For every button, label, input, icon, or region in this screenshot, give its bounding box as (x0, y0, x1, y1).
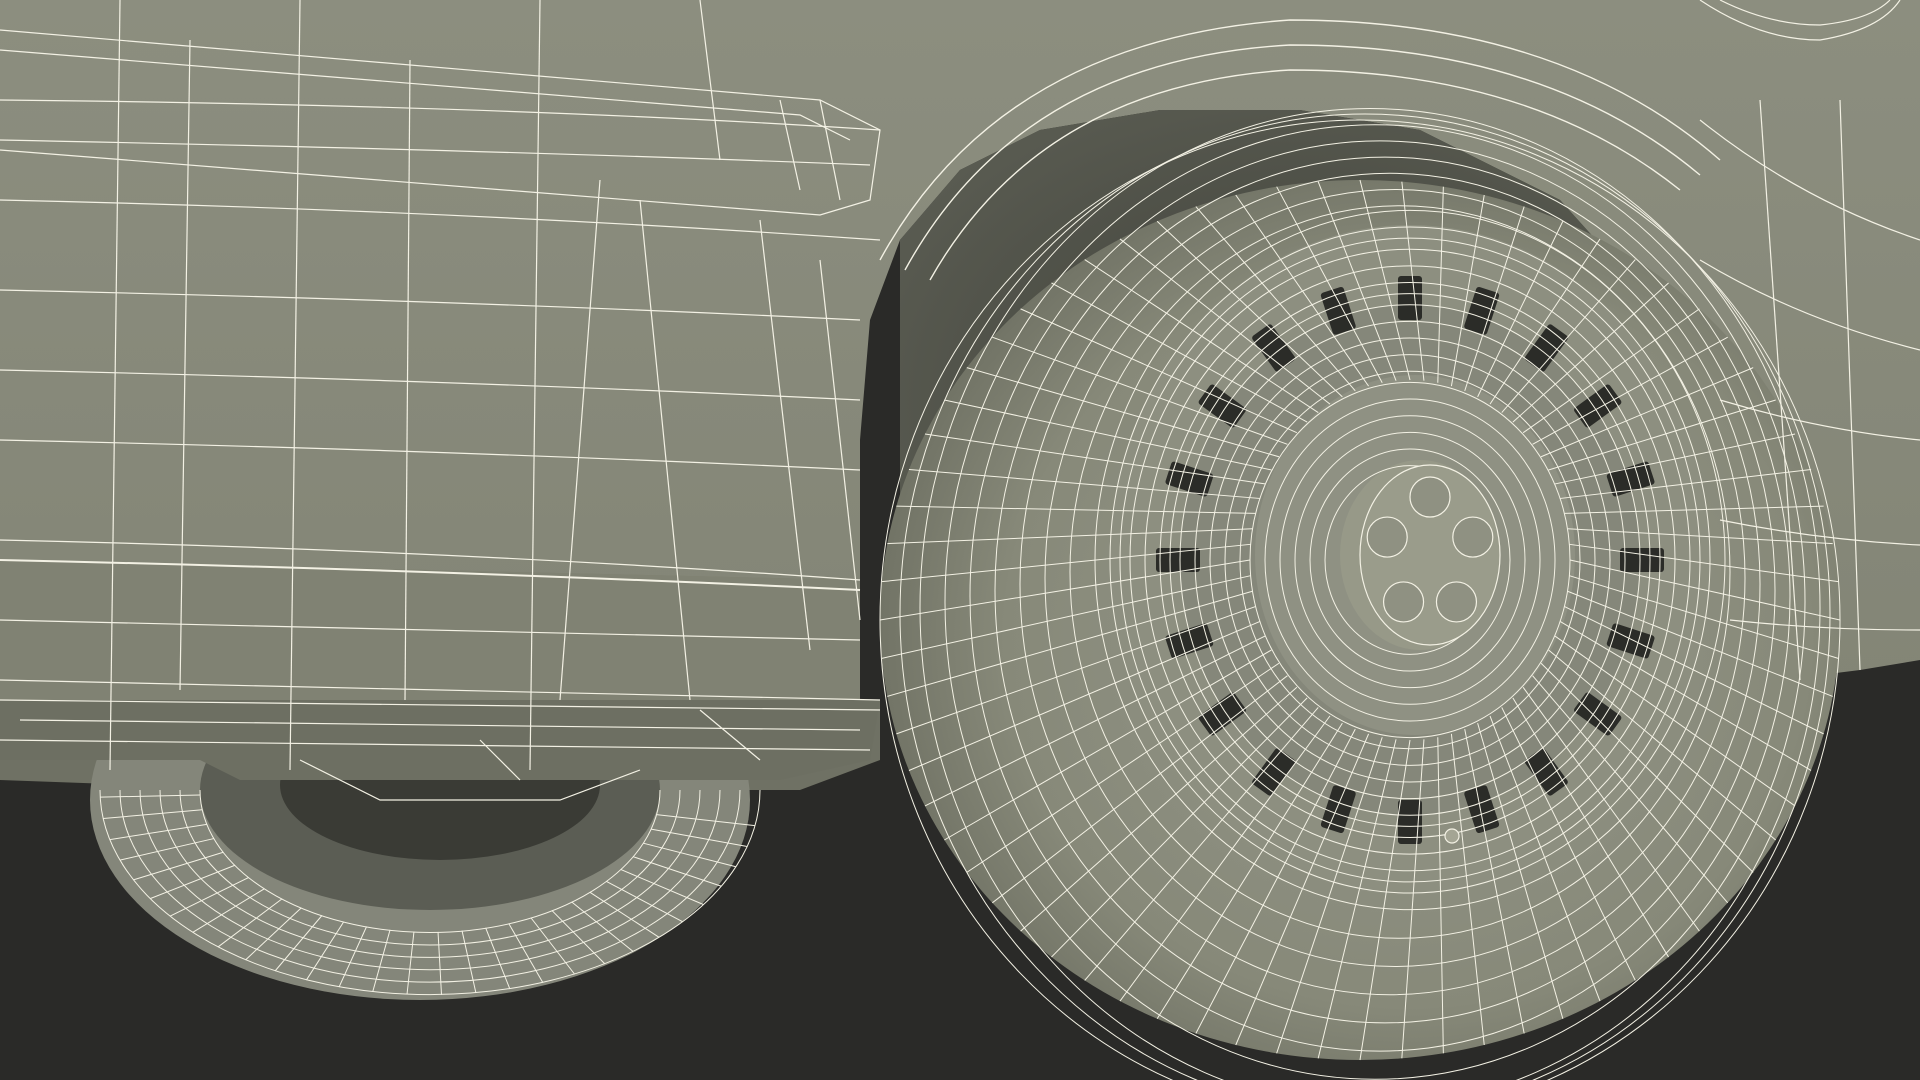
valve-stem-icon (1444, 828, 1460, 844)
wireframe-render (0, 0, 1920, 1080)
hub-cap (1359, 464, 1501, 646)
lug-nut-icon (1435, 581, 1478, 623)
lug-nut-icon (1452, 516, 1494, 558)
rim-slot (1620, 548, 1664, 572)
lug-nut-icon (1382, 581, 1425, 623)
lug-nut-icon (1366, 516, 1408, 558)
lug-nut-icon (1409, 476, 1451, 518)
